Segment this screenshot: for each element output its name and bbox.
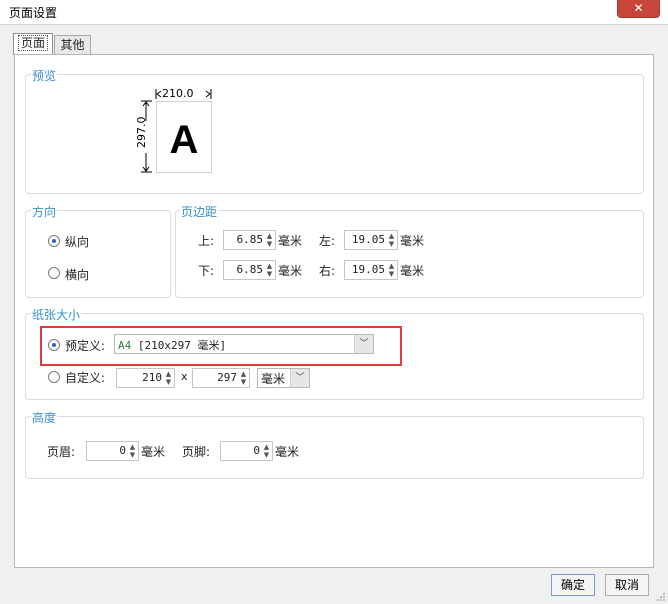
preview-label: 预览 bbox=[31, 67, 58, 84]
margin-top-label: 上: bbox=[198, 234, 215, 248]
header-label: 页眉: bbox=[47, 445, 76, 459]
margin-bottom-label: 下: bbox=[198, 264, 215, 278]
landscape-radio[interactable] bbox=[48, 267, 60, 279]
spin-up-icon[interactable]: ▲ bbox=[164, 370, 173, 378]
custom-label[interactable]: 自定义: bbox=[65, 369, 105, 386]
preview-group bbox=[25, 74, 644, 194]
spin-up-icon[interactable]: ▲ bbox=[387, 262, 396, 270]
spin-up-icon[interactable]: ▲ bbox=[128, 443, 137, 451]
footer-label: 页脚: bbox=[182, 445, 211, 459]
ok-button[interactable]: 确定 bbox=[551, 574, 595, 596]
header-input[interactable]: 0 ▲ ▼ bbox=[86, 441, 139, 461]
margin-right-label: 右: bbox=[319, 264, 336, 278]
spin-down-icon[interactable]: ▼ bbox=[262, 451, 271, 459]
footer-input[interactable]: 0 ▲ ▼ bbox=[220, 441, 273, 461]
spin-up-icon[interactable]: ▲ bbox=[262, 443, 271, 451]
tab-other-label: 其他 bbox=[60, 38, 85, 52]
tab-page[interactable]: 页面 bbox=[13, 33, 53, 55]
spin-up-icon[interactable]: ▲ bbox=[387, 232, 396, 240]
footer-unit: 毫米 bbox=[275, 445, 300, 459]
spin-up-icon[interactable]: ▲ bbox=[239, 370, 248, 378]
custom-unit-select[interactable]: 毫米 ﹀ bbox=[257, 368, 310, 388]
margin-bottom-unit: 毫米 bbox=[278, 264, 303, 278]
cancel-button[interactable]: 取消 bbox=[605, 574, 649, 596]
tab-page-label: 页面 bbox=[17, 35, 48, 51]
spin-down-icon[interactable]: ▼ bbox=[128, 451, 137, 459]
chevron-down-icon[interactable]: ﹀ bbox=[290, 369, 309, 387]
orientation-label: 方向 bbox=[31, 203, 58, 220]
custom-radio[interactable] bbox=[48, 371, 60, 383]
margin-top-value: 6.85 bbox=[236, 233, 264, 246]
margin-left-value: 19.05 bbox=[351, 233, 385, 246]
margin-top-unit: 毫米 bbox=[278, 234, 303, 248]
margin-right-input[interactable]: 19.05 ▲ ▼ bbox=[344, 260, 398, 280]
spin-up-icon[interactable]: ▲ bbox=[265, 232, 274, 240]
portrait-radio[interactable] bbox=[48, 235, 60, 247]
paper-size-label: 纸张大小 bbox=[31, 306, 82, 323]
resize-grip-icon[interactable] bbox=[656, 592, 666, 602]
preview-width-label: 210.0 bbox=[162, 87, 194, 100]
custom-height-input[interactable]: 297 ▲ ▼ bbox=[192, 368, 250, 388]
predefined-size-select[interactable]: A4 [210x297 毫米] ﹀ bbox=[114, 334, 374, 354]
predefined-code: A4 bbox=[118, 339, 132, 352]
times-symbol: x bbox=[181, 370, 188, 383]
custom-width-input[interactable]: 210 ▲ ▼ bbox=[116, 368, 175, 388]
header-value: 0 bbox=[119, 444, 126, 457]
spin-down-icon[interactable]: ▼ bbox=[265, 270, 274, 278]
preview-letter: A bbox=[169, 118, 199, 162]
height-label: 高度 bbox=[31, 409, 58, 426]
header-unit: 毫米 bbox=[141, 445, 166, 459]
margin-bottom-input[interactable]: 6.85 ▲ ▼ bbox=[223, 260, 276, 280]
margin-left-input[interactable]: 19.05 ▲ ▼ bbox=[344, 230, 398, 250]
orientation-group bbox=[25, 210, 171, 298]
margin-left-unit: 毫米 bbox=[400, 234, 425, 248]
footer-value: 0 bbox=[253, 444, 260, 457]
custom-height-value: 297 bbox=[217, 371, 237, 384]
preview-height-label: 297.0 bbox=[135, 116, 148, 149]
landscape-label[interactable]: 横向 bbox=[65, 266, 89, 283]
predefined-radio[interactable] bbox=[48, 339, 60, 351]
margin-right-unit: 毫米 bbox=[400, 264, 425, 278]
margin-top-input[interactable]: 6.85 ▲ ▼ bbox=[223, 230, 276, 250]
predefined-label[interactable]: 预定义: bbox=[65, 337, 105, 354]
spin-down-icon[interactable]: ▼ bbox=[387, 270, 396, 278]
window-title: 页面设置 bbox=[9, 6, 58, 20]
margin-bottom-value: 6.85 bbox=[236, 263, 264, 276]
close-icon: ✕ bbox=[633, 1, 644, 15]
spin-down-icon[interactable]: ▼ bbox=[265, 240, 274, 248]
spin-up-icon[interactable]: ▲ bbox=[265, 262, 274, 270]
portrait-label[interactable]: 纵向 bbox=[65, 233, 89, 250]
predefined-dimensions: [210x297 毫米] bbox=[131, 339, 227, 352]
margins-group bbox=[175, 210, 644, 298]
margin-right-value: 19.05 bbox=[351, 263, 385, 276]
spin-down-icon[interactable]: ▼ bbox=[164, 378, 173, 386]
custom-unit-value: 毫米 bbox=[261, 372, 286, 386]
chevron-down-icon[interactable]: ﹀ bbox=[354, 335, 373, 353]
title-bar: 页面设置 ✕ bbox=[0, 0, 668, 24]
spin-down-icon[interactable]: ▼ bbox=[387, 240, 396, 248]
close-button[interactable]: ✕ bbox=[617, 0, 660, 18]
margins-label: 页边距 bbox=[180, 203, 219, 220]
preview-page: A bbox=[156, 101, 212, 173]
tab-other[interactable]: 其他 bbox=[54, 35, 91, 54]
spin-down-icon[interactable]: ▼ bbox=[239, 378, 248, 386]
custom-width-value: 210 bbox=[142, 371, 162, 384]
margin-left-label: 左: bbox=[319, 234, 336, 248]
